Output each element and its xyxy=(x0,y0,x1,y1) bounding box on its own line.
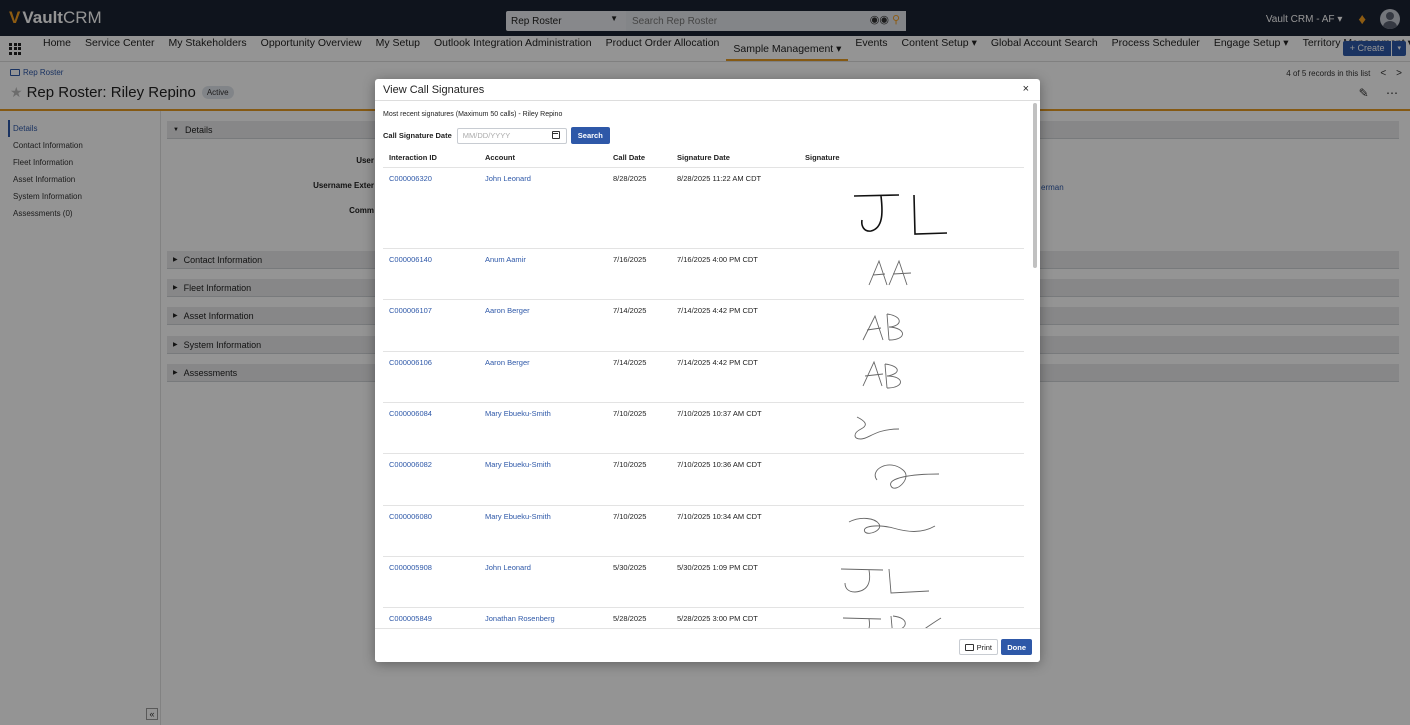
signature-image xyxy=(799,556,1024,608)
signature-date: 7/16/2025 4:00 PM CDT xyxy=(671,248,799,300)
account-link[interactable]: Aaron Berger xyxy=(479,299,607,352)
interaction-id-link[interactable]: C000006084 xyxy=(383,402,479,454)
printer-icon xyxy=(964,643,974,651)
call-signature-date-input[interactable]: MM/DD/YYYY xyxy=(456,127,567,144)
signature-image xyxy=(799,167,1024,249)
dialog-scrollbar[interactable] xyxy=(1033,101,1037,628)
table-row: C000005849 Jonathan Rosenberg 5/28/2025 … xyxy=(383,607,1024,628)
signature-jl-large xyxy=(853,193,948,235)
table-row: C000006082 Mary Ebueku-Smith 7/10/2025 7… xyxy=(383,453,1024,506)
call-date: 7/10/2025 xyxy=(607,453,671,506)
dialog-footer: Print Done xyxy=(375,628,1040,662)
view-call-signatures-dialog: View Call Signatures × Most recent signa… xyxy=(375,79,1040,662)
call-date: 5/28/2025 xyxy=(607,607,671,628)
table-row: C000006080 Mary Ebueku-Smith 7/10/2025 7… xyxy=(383,505,1024,557)
interaction-id-link[interactable]: C000006107 xyxy=(383,299,479,352)
signature-ab xyxy=(862,313,903,340)
call-date: 7/14/2025 xyxy=(607,351,671,403)
signature-date: 7/10/2025 10:37 AM CDT xyxy=(671,402,799,454)
calendar-icon[interactable] xyxy=(551,130,560,139)
dialog-title: View Call Signatures xyxy=(383,83,485,96)
search-button[interactable]: Search xyxy=(570,127,610,144)
column-header-account[interactable]: Account xyxy=(479,148,607,168)
signature-image xyxy=(799,453,1024,506)
signature-scribble xyxy=(854,416,900,439)
signature-date: 5/28/2025 3:00 PM CDT xyxy=(671,607,799,628)
interaction-id-link[interactable]: C000006140 xyxy=(383,248,479,300)
account-link[interactable]: John Leonard xyxy=(479,167,607,249)
close-icon[interactable]: × xyxy=(1023,83,1029,95)
signature-date: 7/10/2025 10:36 AM CDT xyxy=(671,453,799,506)
signature-date: 8/28/2025 11:22 AM CDT xyxy=(671,167,799,249)
call-date: 8/28/2025 xyxy=(607,167,671,249)
table-row: C000006084 Mary Ebueku-Smith 7/10/2025 7… xyxy=(383,402,1024,454)
signature-scribble xyxy=(874,464,940,488)
interaction-id-link[interactable]: C000006106 xyxy=(383,351,479,403)
signature-image xyxy=(799,402,1024,454)
signature-jl xyxy=(840,568,930,593)
signature-image xyxy=(799,299,1024,352)
account-link[interactable]: Aaron Berger xyxy=(479,351,607,403)
interaction-id-link[interactable]: C000005908 xyxy=(383,556,479,608)
signature-date: 5/30/2025 1:09 PM CDT xyxy=(671,556,799,608)
interaction-id-link[interactable]: C000006320 xyxy=(383,167,479,249)
call-date: 7/16/2025 xyxy=(607,248,671,300)
interaction-id-link[interactable]: C000006080 xyxy=(383,505,479,557)
dialog-body: Most recent signatures (Maximum 50 calls… xyxy=(375,102,1033,628)
signature-image xyxy=(799,351,1024,403)
dialog-subtitle: Most recent signatures (Maximum 50 calls… xyxy=(383,111,563,118)
signature-image xyxy=(799,248,1024,300)
account-link[interactable]: Jonathan Rosenberg xyxy=(479,607,607,628)
table-row: C000006140 Anum Aamir 7/16/2025 7/16/202… xyxy=(383,248,1024,300)
table-row: C000006106 Aaron Berger 7/14/2025 7/14/2… xyxy=(383,351,1024,403)
signature-aa xyxy=(868,259,912,285)
signature-image xyxy=(799,607,1024,628)
date-filter: Call Signature Date MM/DD/YYYY Search xyxy=(383,127,610,144)
table-row: C000006320 John Leonard 8/28/2025 8/28/2… xyxy=(383,167,1024,249)
dialog-header: View Call Signatures × xyxy=(375,79,1040,101)
account-link[interactable]: Mary Ebueku-Smith xyxy=(479,505,607,557)
interaction-id-link[interactable]: C000006082 xyxy=(383,453,479,506)
interaction-id-link[interactable]: C000005849 xyxy=(383,607,479,628)
signature-jr xyxy=(842,615,942,628)
column-header-signature-date[interactable]: Signature Date xyxy=(671,148,799,168)
date-placeholder: MM/DD/YYYY xyxy=(462,131,511,140)
account-link[interactable]: John Leonard xyxy=(479,556,607,608)
scrollbar-thumb[interactable] xyxy=(1033,103,1037,268)
signature-date: 7/10/2025 10:34 AM CDT xyxy=(671,505,799,557)
table-row: C000006107 Aaron Berger 7/14/2025 7/14/2… xyxy=(383,299,1024,352)
column-header-call-date[interactable]: Call Date xyxy=(607,148,671,168)
call-date: 7/10/2025 xyxy=(607,402,671,454)
signatures-table: Interaction ID Account Call Date Signatu… xyxy=(383,148,1024,628)
account-link[interactable]: Mary Ebueku-Smith xyxy=(479,453,607,506)
table-row: C000005908 John Leonard 5/30/2025 5/30/2… xyxy=(383,556,1024,608)
signature-date: 7/14/2025 4:42 PM CDT xyxy=(671,299,799,352)
call-date: 7/14/2025 xyxy=(607,299,671,352)
table-header-row: Interaction ID Account Call Date Signatu… xyxy=(383,148,1024,168)
signature-date: 7/14/2025 4:42 PM CDT xyxy=(671,351,799,403)
signature-scribble xyxy=(848,517,936,534)
call-date: 7/10/2025 xyxy=(607,505,671,557)
print-button[interactable]: Print xyxy=(958,639,998,655)
signature-image xyxy=(799,505,1024,557)
account-link[interactable]: Anum Aamir xyxy=(479,248,607,300)
call-date: 5/30/2025 xyxy=(607,556,671,608)
done-button[interactable]: Done xyxy=(1001,639,1032,655)
signature-ab xyxy=(862,360,901,388)
date-filter-label: Call Signature Date xyxy=(383,131,452,140)
account-link[interactable]: Mary Ebueku-Smith xyxy=(479,402,607,454)
column-header-interaction-id[interactable]: Interaction ID xyxy=(383,148,479,168)
print-button-label: Print xyxy=(976,642,992,652)
column-header-signature: Signature xyxy=(799,148,1024,168)
